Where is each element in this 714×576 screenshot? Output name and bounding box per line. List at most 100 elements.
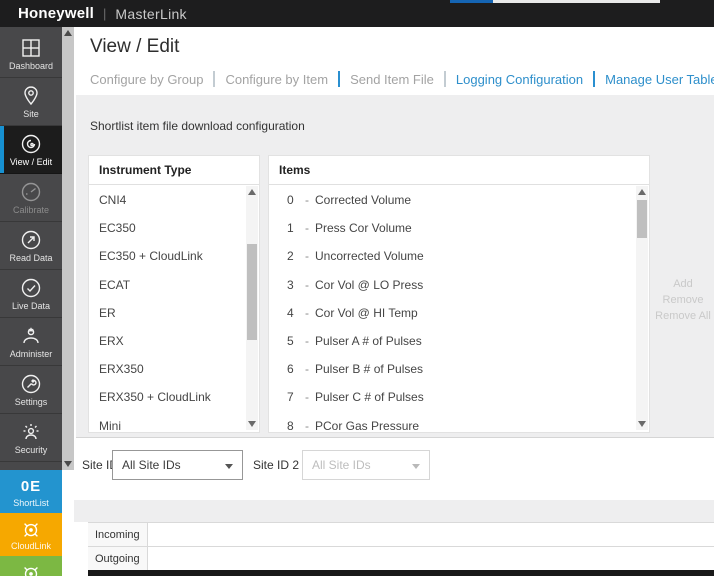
- instrument-type-list: CNI4 EC350 EC350 + CloudLink ECAT ER ERX…: [89, 186, 246, 430]
- item-dash: -: [305, 333, 309, 348]
- sidebar-nav: Dashboard Site View / Edit Calibrate Rea: [0, 27, 62, 576]
- items-list-scrollbar[interactable]: [636, 186, 648, 430]
- scroll-down-icon[interactable]: [248, 421, 256, 427]
- list-item[interactable]: 6- Pulser B # of Pulses: [269, 355, 636, 383]
- item-name: Pulser C # of Pulses: [315, 390, 424, 405]
- tab-bar: Configure by Group Configure by Item Sen…: [90, 71, 714, 95]
- sidebar-item-dashboard[interactable]: Dashboard: [0, 30, 62, 78]
- view-edit-icon: [19, 132, 43, 156]
- security-icon: [19, 420, 43, 444]
- item-name: PCor Gas Pressure: [315, 418, 420, 431]
- calibrate-gauge-icon: [19, 180, 43, 204]
- item-dash: -: [305, 249, 309, 264]
- sidebar-item-shortlist[interactable]: 0E ShortList: [0, 470, 62, 513]
- browser-strip-blue: [450, 0, 493, 3]
- sidebar-item-label: Settings: [14, 397, 48, 407]
- instrument-list-scrollbar[interactable]: [246, 186, 258, 430]
- sidebar-item-label: Security: [14, 445, 48, 455]
- scroll-up-icon[interactable]: [248, 189, 256, 195]
- list-item[interactable]: 8- PCor Gas Pressure: [269, 412, 636, 431]
- items-header: Items: [269, 156, 649, 185]
- items-panel: Items 0- Corrected Volume 1- Press Cor Vol…: [268, 155, 650, 433]
- list-item[interactable]: 3- Cor Vol @ LO Press: [269, 271, 636, 299]
- list-item[interactable]: ER: [89, 299, 246, 327]
- item-name: Corrected Volume: [315, 193, 412, 207]
- list-item[interactable]: EC350: [89, 214, 246, 242]
- list-item[interactable]: ERX350 + CloudLink: [89, 383, 246, 411]
- incoming-row: Incoming: [88, 522, 714, 547]
- sidebar-item-live-data[interactable]: Live Data: [0, 270, 62, 318]
- list-item[interactable]: ERX: [89, 327, 246, 355]
- sidebar-item-label: Live Data: [11, 301, 51, 311]
- item-name: Uncorrected Volume: [315, 249, 424, 264]
- scroll-down-icon[interactable]: [638, 421, 646, 427]
- sidebar-item-label: Read Data: [9, 253, 53, 263]
- sidebar-item-read-data[interactable]: Read Data: [0, 222, 62, 270]
- incoming-label: Incoming: [88, 523, 148, 547]
- add-button[interactable]: Add: [654, 277, 712, 292]
- sidebar-item-cloudlink[interactable]: CloudLink: [0, 513, 62, 556]
- site-id-value: All Site IDs: [122, 458, 181, 472]
- tab-separator: [443, 71, 446, 87]
- tab-logging-configuration[interactable]: Logging Configuration: [456, 72, 583, 95]
- sidebar-item-label: Dashboard: [8, 61, 54, 71]
- outgoing-label: Outgoing: [88, 547, 148, 571]
- list-item[interactable]: CNI4: [89, 186, 246, 214]
- sidebar-item-security[interactable]: Security: [0, 414, 62, 462]
- top-bar: Honeywell | MasterLink: [0, 0, 714, 27]
- item-dash: -: [305, 277, 309, 292]
- site-id2-value: All Site IDs: [312, 458, 371, 472]
- item-index: 7: [287, 390, 294, 405]
- list-item[interactable]: EC350 + CloudLink: [89, 242, 246, 270]
- list-item[interactable]: 7- Pulser C # of Pulses: [269, 383, 636, 411]
- item-dash: -: [305, 305, 309, 320]
- honeywell-logo: Honeywell: [18, 5, 94, 22]
- list-item[interactable]: ECAT: [89, 271, 246, 299]
- tab-send-item-file[interactable]: Send Item File: [350, 72, 434, 95]
- remove-button[interactable]: Remove: [654, 293, 712, 308]
- sidebar-item-view-edit[interactable]: View / Edit: [0, 126, 62, 174]
- sidebar-item-settings[interactable]: Settings: [0, 366, 62, 414]
- item-name: Cor Vol @ LO Press: [315, 277, 424, 292]
- instrument-type-panel: Instrument Type CNI4 EC350 EC350 + Cloud…: [88, 155, 260, 433]
- sidebar-item-site[interactable]: Site: [0, 78, 62, 126]
- administer-icon: [19, 324, 43, 348]
- list-item[interactable]: 4- Cor Vol @ HI Temp: [269, 299, 636, 327]
- page-title: View / Edit: [90, 36, 180, 57]
- section-label: Shortlist item file download configurati…: [90, 119, 305, 133]
- instrument-type-header: Instrument Type: [89, 156, 259, 185]
- scroll-up-icon[interactable]: [638, 189, 646, 195]
- item-index: 1: [287, 221, 294, 236]
- site-id-dropdown[interactable]: All Site IDs: [112, 450, 243, 480]
- list-item[interactable]: 1- Press Cor Volume: [269, 214, 636, 242]
- shortlist-icon: 0E: [20, 478, 42, 495]
- list-item[interactable]: 2- Uncorrected Volume: [269, 242, 636, 270]
- scrollbar-thumb[interactable]: [637, 200, 647, 238]
- item-index: 8: [287, 418, 294, 431]
- tab-manage-user-table[interactable]: Manage User Table: [605, 72, 714, 95]
- sidebar-item-administer[interactable]: Administer: [0, 318, 62, 366]
- scroll-down-icon[interactable]: [64, 461, 72, 467]
- live-data-icon: [19, 276, 43, 300]
- list-item[interactable]: ERX350: [89, 355, 246, 383]
- list-item[interactable]: 5- Pulser A # of Pulses: [269, 327, 636, 355]
- sidebar-scrollbar[interactable]: [62, 27, 74, 470]
- tab-separator: [338, 71, 341, 87]
- sidebar-item-label: Site: [23, 109, 39, 119]
- sidebar-item-label: Calibrate: [12, 205, 50, 215]
- brand-divider: |: [103, 6, 107, 21]
- remove-all-button[interactable]: Remove All: [654, 309, 712, 324]
- chevron-down-icon: [225, 464, 233, 469]
- list-item[interactable]: Mini: [89, 412, 246, 431]
- item-name: Pulser B # of Pulses: [315, 362, 424, 377]
- tab-configure-by-item[interactable]: Configure by Item: [225, 72, 328, 95]
- sidebar-item-label: CloudLink: [10, 541, 52, 551]
- item-dash: -: [305, 362, 309, 377]
- list-item[interactable]: 0- Corrected Volume: [269, 186, 636, 214]
- tab-separator: [593, 71, 596, 87]
- scroll-up-icon[interactable]: [64, 30, 72, 36]
- read-data-icon: [19, 228, 43, 252]
- tab-configure-by-group[interactable]: Configure by Group: [90, 72, 203, 95]
- sidebar-item-green[interactable]: [0, 556, 62, 576]
- scrollbar-thumb[interactable]: [247, 244, 257, 340]
